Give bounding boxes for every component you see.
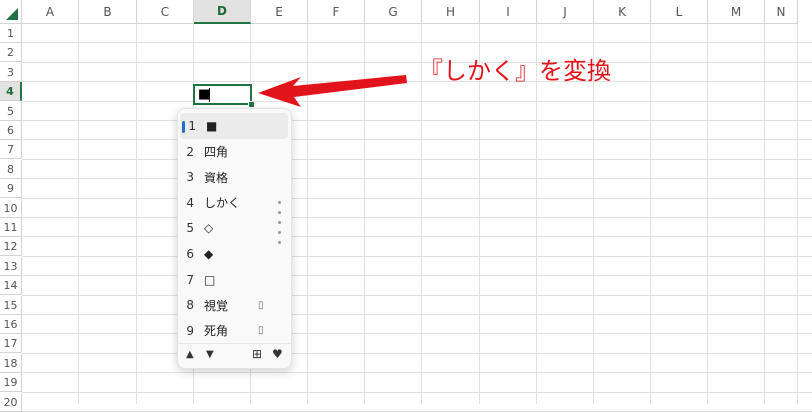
red-arrow-icon	[258, 75, 407, 107]
spreadsheet: ABCDEFGHIJKLMN 1 2 3 4 5 6 7 8 9 10 11 12 13 14 15 16 17…	[0, 0, 812, 412]
annotation-text: 『しかく』を変換	[419, 57, 611, 85]
